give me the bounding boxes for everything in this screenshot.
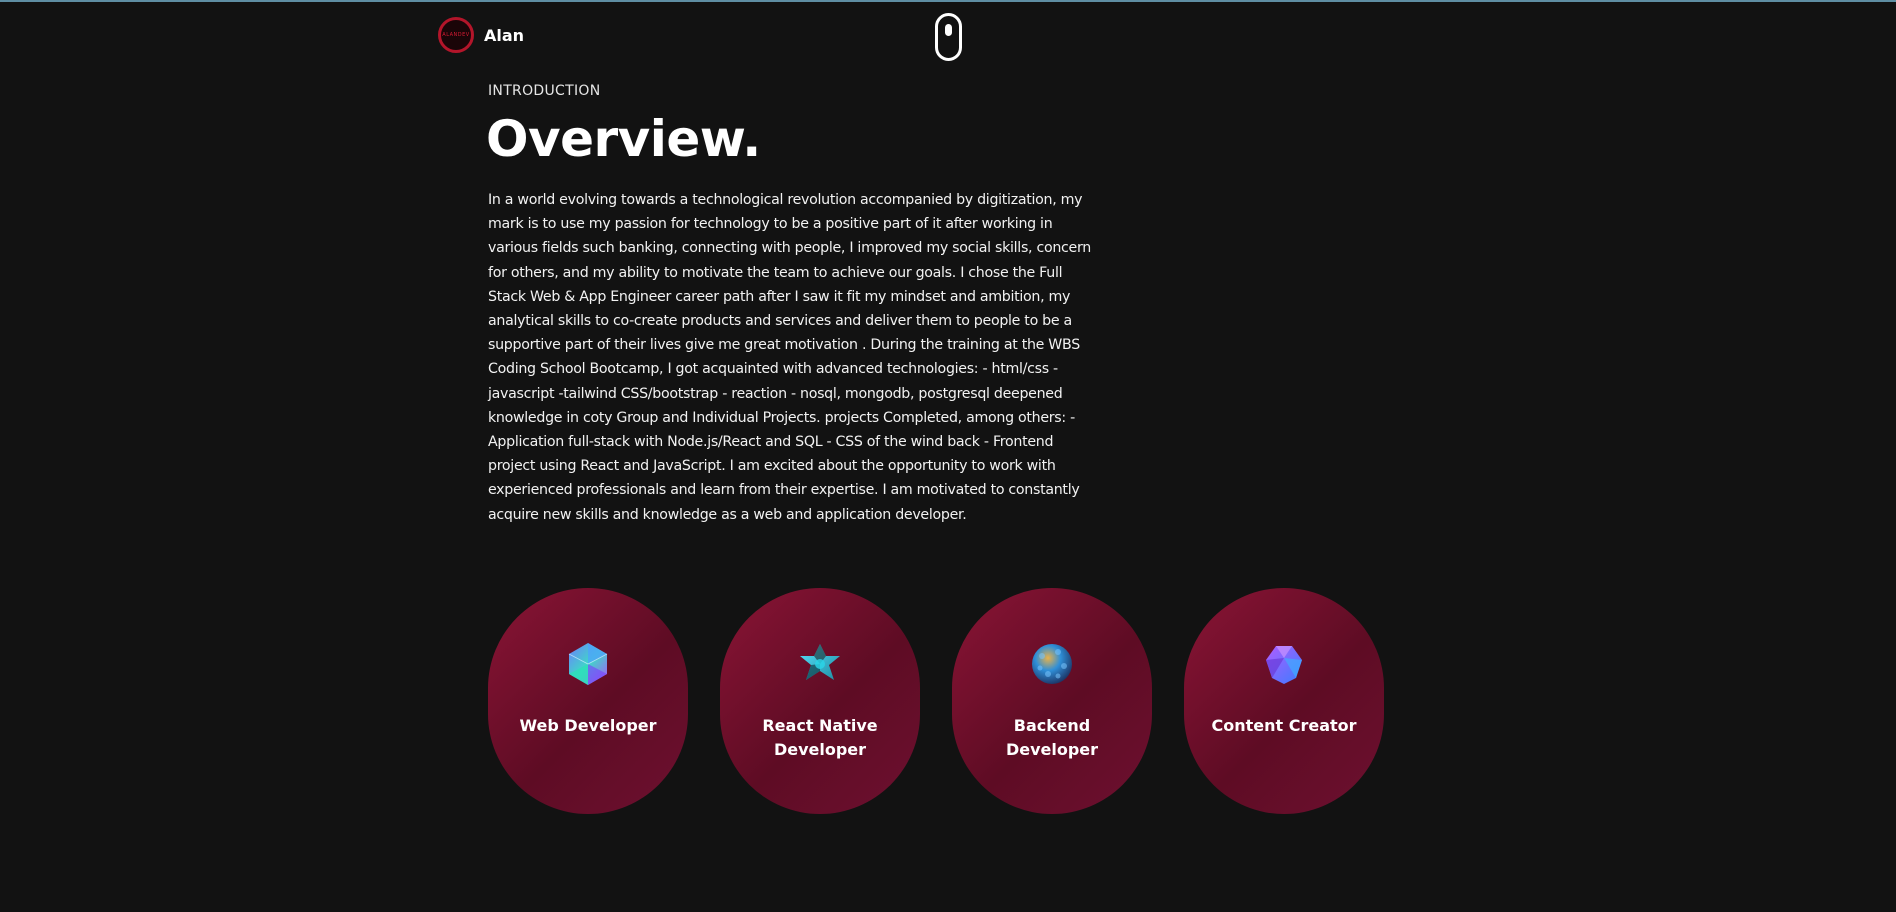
- scroll-mouse-icon[interactable]: [935, 13, 962, 61]
- service-card-backend-developer[interactable]: Backend Developer: [952, 588, 1152, 814]
- service-card-title: Backend Developer: [1005, 716, 1099, 759]
- brand-name[interactable]: Alan: [484, 26, 524, 45]
- scroll-wheel-dot: [945, 24, 952, 36]
- service-card-title: Content Creator: [1211, 716, 1357, 735]
- crystal-sphere-icon: [1028, 640, 1076, 688]
- service-cards: Web Developer React Native Developer Bac…: [488, 588, 1384, 814]
- logo-text: ALANDEV: [442, 32, 470, 38]
- service-card-title: React Native Developer: [762, 716, 878, 759]
- service-card-web-developer[interactable]: Web Developer: [488, 588, 688, 814]
- service-card-content-creator[interactable]: Content Creator: [1184, 588, 1384, 814]
- navbar: ALANDEV Alan: [438, 16, 524, 54]
- top-accent-border: [0, 0, 1896, 2]
- brand-logo[interactable]: ALANDEV: [438, 17, 474, 53]
- crystal-star-icon: [796, 640, 844, 688]
- service-card-title: Web Developer: [519, 716, 657, 735]
- service-card-react-native-developer[interactable]: React Native Developer: [720, 588, 920, 814]
- overview-paragraph: In a world evolving towards a technologi…: [488, 192, 1091, 523]
- crystal-icosahedron-icon: [564, 640, 612, 688]
- section-title: Overview.: [486, 110, 761, 168]
- crystal-cluster-icon: [1260, 640, 1308, 688]
- section-subtitle: INTRODUCTION: [488, 83, 601, 99]
